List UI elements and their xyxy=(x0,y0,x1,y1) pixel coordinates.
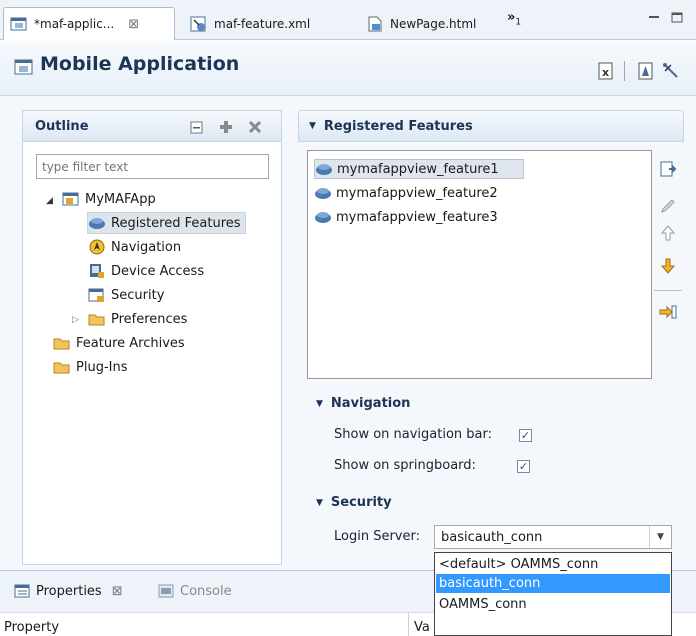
folder-icon xyxy=(53,359,71,375)
section-expand-icon: ▼ xyxy=(316,497,323,508)
tab-properties[interactable]: Properties ⊠ xyxy=(14,576,123,606)
list-item[interactable]: mymafappview_feature2 xyxy=(314,183,498,203)
tab-label: *maf-applic... xyxy=(34,17,115,31)
dropdown-option-selected[interactable]: basicauth_conn xyxy=(436,574,670,593)
security-section-header[interactable]: ▼ Security xyxy=(316,495,392,510)
close-icon[interactable]: ⊠ xyxy=(112,584,123,599)
console-icon xyxy=(158,584,174,598)
folder-icon xyxy=(88,311,106,327)
feature-icon xyxy=(314,186,332,200)
remove-icon[interactable] xyxy=(248,120,262,134)
login-server-dropdown: <default> OAMMS_conn basicauth_conn OAMM… xyxy=(434,552,672,636)
move-up-icon[interactable] xyxy=(659,224,677,242)
tab-maf-feature-xml[interactable]: maf-feature.xml xyxy=(184,7,354,40)
go-to-feature-icon[interactable] xyxy=(659,303,677,321)
show-navigation-bar-checkbox[interactable]: ✓ xyxy=(519,429,532,442)
registered-features-header[interactable]: ▼ Registered Features xyxy=(298,110,684,142)
device-access-icon xyxy=(88,263,106,279)
tree-item-navigation[interactable]: Navigation xyxy=(88,236,181,258)
tree-item-device-access[interactable]: Device Access xyxy=(88,260,204,282)
divider xyxy=(654,290,682,291)
column-header-value: Va xyxy=(414,620,430,635)
section-expand-icon: ▼ xyxy=(316,398,323,409)
navigation-icon xyxy=(88,239,106,255)
tab-label: NewPage.html xyxy=(390,16,477,31)
filter-input[interactable] xyxy=(36,154,269,179)
minimize-icon[interactable] xyxy=(648,12,660,23)
move-down-icon[interactable] xyxy=(659,257,677,275)
tools-icon[interactable] xyxy=(662,62,680,80)
dropdown-option[interactable]: <default> OAMMS_conn xyxy=(436,555,670,574)
show-springboard-label: Show on springboard: xyxy=(334,458,476,473)
tab-overflow-button[interactable]: »1 xyxy=(507,10,521,28)
folder-icon xyxy=(53,335,71,351)
security-icon xyxy=(88,287,106,303)
tab-maf-application[interactable]: *maf-applic... ⊠ xyxy=(3,7,175,40)
dropdown-option[interactable]: OAMMS_conn xyxy=(436,595,670,614)
html-file-icon xyxy=(366,16,384,32)
tree-item-security[interactable]: Security xyxy=(88,284,164,306)
add-feature-icon[interactable] xyxy=(659,160,677,178)
tab-console[interactable]: Console xyxy=(158,576,232,606)
tree-item-preferences[interactable]: Preferences xyxy=(88,308,187,330)
features-list[interactable]: mymafappview_feature1 mymafappview_featu… xyxy=(307,150,652,379)
show-navigation-bar-label: Show on navigation bar: xyxy=(334,427,493,442)
feature-icon xyxy=(314,210,332,224)
chevron-down-icon[interactable]: ▼ xyxy=(649,526,671,548)
close-icon[interactable]: ⊠ xyxy=(128,17,139,32)
outline-header: Outline xyxy=(22,110,282,142)
edit-icon[interactable] xyxy=(659,197,677,215)
collapse-toggle-icon[interactable]: ▷ xyxy=(72,315,79,325)
feature-icon xyxy=(88,215,106,231)
application-icon xyxy=(62,191,80,207)
list-item[interactable]: mymafappview_feature3 xyxy=(314,207,498,227)
list-item[interactable]: mymafappview_feature1 xyxy=(314,159,524,179)
form-header: Mobile Application x xyxy=(0,41,696,96)
editor-tab-bar: *maf-applic... ⊠ maf-feature.xml NewPage… xyxy=(0,0,696,40)
feature-icon xyxy=(315,162,333,176)
feature-xml-icon xyxy=(190,16,208,32)
application-icon xyxy=(10,16,28,32)
tree-item-feature-archives[interactable]: Feature Archives xyxy=(53,332,185,354)
add-icon[interactable] xyxy=(219,120,233,134)
expand-toggle-icon[interactable]: ◢ xyxy=(46,196,53,206)
outline-title: Outline xyxy=(35,118,89,134)
svg-text:x: x xyxy=(602,66,609,79)
section-expand-icon: ▼ xyxy=(309,121,316,131)
tree-item-registered-features[interactable]: Registered Features xyxy=(87,212,246,234)
maximize-icon[interactable] xyxy=(671,12,683,23)
properties-icon xyxy=(14,584,30,598)
tab-label: maf-feature.xml xyxy=(214,16,311,31)
mobile-application-icon xyxy=(14,59,33,75)
tree-item-plug-ins[interactable]: Plug-Ins xyxy=(53,356,127,378)
login-server-label: Login Server: xyxy=(334,529,420,544)
tree-item-mymafapp[interactable]: MyMAFApp xyxy=(62,188,156,210)
collapse-all-icon[interactable] xyxy=(190,121,204,135)
navigation-section-header[interactable]: ▼ Navigation xyxy=(316,396,410,411)
source-xml-icon[interactable]: x xyxy=(597,62,615,80)
page-title: Mobile Application xyxy=(40,53,240,75)
tab-newpage-html[interactable]: NewPage.html xyxy=(360,7,500,40)
login-server-select[interactable]: basicauth_conn ▼ xyxy=(434,525,672,549)
deploy-icon[interactable] xyxy=(637,62,655,80)
show-springboard-checkbox[interactable]: ✓ xyxy=(517,460,530,473)
column-header-property: Property xyxy=(4,620,60,635)
